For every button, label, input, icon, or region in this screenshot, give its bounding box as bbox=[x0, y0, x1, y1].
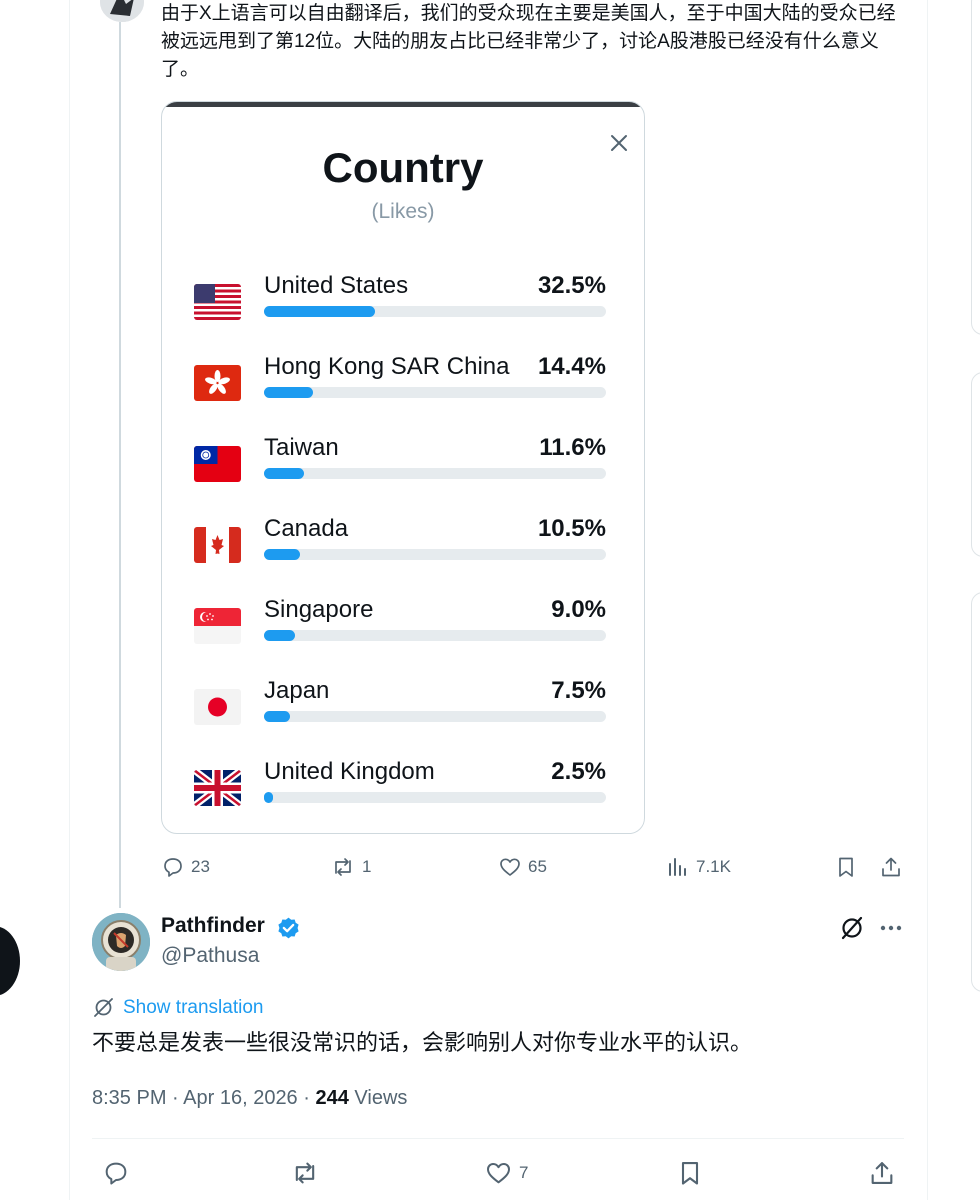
bookmark-button[interactable] bbox=[676, 1159, 704, 1187]
country-name: United States bbox=[264, 272, 409, 299]
reply-icon bbox=[164, 858, 182, 877]
repost-button[interactable]: 1 bbox=[330, 855, 371, 879]
share-button[interactable] bbox=[868, 1159, 896, 1187]
parent-avatar[interactable] bbox=[100, 0, 144, 22]
thread-connector-line bbox=[119, 22, 121, 908]
uk-flag-icon bbox=[194, 770, 241, 806]
analytics-icon bbox=[669, 858, 686, 876]
country-row: Japan 7.5% bbox=[162, 677, 644, 737]
country-percentage: 11.6% bbox=[539, 434, 606, 461]
display-name[interactable]: Pathfinder bbox=[161, 914, 265, 938]
views-count: 244 bbox=[315, 1087, 349, 1109]
singapore-flag-icon bbox=[194, 608, 241, 644]
repost-icon bbox=[295, 1162, 315, 1184]
bar-fill bbox=[264, 630, 295, 641]
reply-button[interactable]: 23 bbox=[161, 855, 210, 879]
show-translation-link[interactable]: Show translation bbox=[92, 996, 263, 1019]
heart-icon bbox=[487, 1163, 510, 1184]
reply-tweet-text: 不要总是发表一些很没常识的话，会影响别人对你专业水平的认识。 bbox=[92, 1030, 753, 1055]
repost-button[interactable] bbox=[289, 1159, 321, 1187]
share-icon bbox=[882, 857, 900, 877]
bar-track bbox=[264, 792, 606, 803]
translate-icon bbox=[94, 998, 113, 1017]
country-percentage: 9.0% bbox=[551, 596, 606, 623]
bar-track bbox=[264, 306, 606, 317]
grok-icon[interactable] bbox=[838, 914, 866, 942]
country-row: Canada 10.5% bbox=[162, 515, 644, 575]
country-name: Hong Kong SAR China bbox=[264, 353, 510, 380]
country-percentage: 32.5% bbox=[537, 272, 606, 299]
country-percentage: 10.5% bbox=[537, 515, 606, 542]
bookmark-button[interactable] bbox=[834, 855, 858, 879]
like-count: 65 bbox=[528, 857, 547, 876]
share-button[interactable] bbox=[879, 855, 903, 879]
country-row: Singapore 9.0% bbox=[162, 596, 644, 656]
taiwan-flag-icon bbox=[194, 446, 241, 482]
country-row: United States 32.5% bbox=[162, 272, 644, 332]
country-row: Hong Kong SAR China 14.4% bbox=[162, 353, 644, 413]
repost-icon bbox=[335, 858, 351, 876]
country-name: Singapore bbox=[264, 596, 374, 623]
country-row: Taiwan 11.6% bbox=[162, 434, 644, 494]
bar-fill bbox=[264, 306, 376, 317]
bookmark-icon bbox=[681, 1162, 699, 1185]
bar-fill bbox=[264, 549, 300, 560]
reply-button[interactable] bbox=[102, 1159, 130, 1187]
bar-fill bbox=[264, 711, 290, 722]
bookmark-icon bbox=[839, 857, 853, 877]
sidebar-card-edge bbox=[971, 0, 980, 335]
sidebar-card-edge bbox=[971, 592, 980, 992]
us-flag-icon bbox=[194, 284, 241, 320]
bar-fill bbox=[264, 792, 273, 803]
bar-fill bbox=[264, 387, 314, 398]
reply-icon bbox=[105, 1162, 127, 1185]
reply-count: 23 bbox=[191, 857, 210, 876]
like-button[interactable]: 65 bbox=[498, 855, 547, 879]
tweet-media-card[interactable]: Country (Likes) United States 32.5% Hong… bbox=[161, 101, 645, 834]
country-percentage: 7.5% bbox=[551, 677, 606, 704]
user-handle[interactable]: @Pathusa bbox=[161, 944, 259, 968]
bar-track bbox=[264, 711, 606, 722]
like-count: 7 bbox=[519, 1163, 529, 1182]
japan-flag-icon bbox=[194, 689, 241, 725]
sidebar-card-edge bbox=[971, 372, 980, 557]
country-name: Canada bbox=[264, 515, 349, 542]
media-top-strip bbox=[162, 102, 644, 107]
country-percentage: 2.5% bbox=[551, 758, 606, 785]
bar-fill bbox=[264, 468, 304, 479]
tweet-meta: 8:35 PM · Apr 16, 2026 · 244 Views bbox=[92, 1087, 407, 1110]
share-icon bbox=[871, 1162, 893, 1184]
bar-track bbox=[264, 387, 606, 398]
canada-flag-icon bbox=[194, 527, 241, 563]
verified-badge-icon bbox=[278, 917, 299, 939]
heart-icon bbox=[500, 858, 520, 876]
timeline-right-border bbox=[927, 0, 928, 1200]
chart-subtitle: (Likes) bbox=[371, 200, 435, 223]
country-row: United Kingdom 2.5% bbox=[162, 758, 644, 818]
country-name: Japan bbox=[264, 677, 330, 704]
bar-track bbox=[264, 468, 606, 479]
parent-tweet-text: 由于X上语言可以自由翻译后，我们的受众现在主要是美国人，至于中国大陆的受众已经被… bbox=[161, 3, 896, 80]
more-options-icon[interactable] bbox=[878, 914, 904, 942]
like-button[interactable]: 7 bbox=[484, 1159, 528, 1187]
floating-action-edge[interactable] bbox=[0, 926, 20, 996]
repost-count: 1 bbox=[362, 857, 372, 876]
country-name: Taiwan bbox=[264, 434, 339, 461]
views-button[interactable]: 7.1K bbox=[666, 855, 731, 879]
avatar[interactable] bbox=[92, 913, 150, 971]
timeline-left-border bbox=[69, 0, 70, 1200]
view-count: 7.1K bbox=[696, 857, 731, 876]
hong-kong-flag-icon bbox=[194, 365, 241, 401]
action-bar-divider bbox=[92, 1138, 904, 1139]
timestamp[interactable]: 8:35 PM · Apr 16, 2026 · bbox=[92, 1087, 315, 1109]
bar-track bbox=[264, 630, 606, 641]
bar-track bbox=[264, 549, 606, 560]
chart-title: Country bbox=[322, 144, 484, 191]
views-label: Views bbox=[348, 1087, 408, 1109]
country-name: United Kingdom bbox=[264, 758, 435, 785]
country-percentage: 14.4% bbox=[537, 353, 606, 380]
show-translation-label: Show translation bbox=[123, 996, 264, 1018]
